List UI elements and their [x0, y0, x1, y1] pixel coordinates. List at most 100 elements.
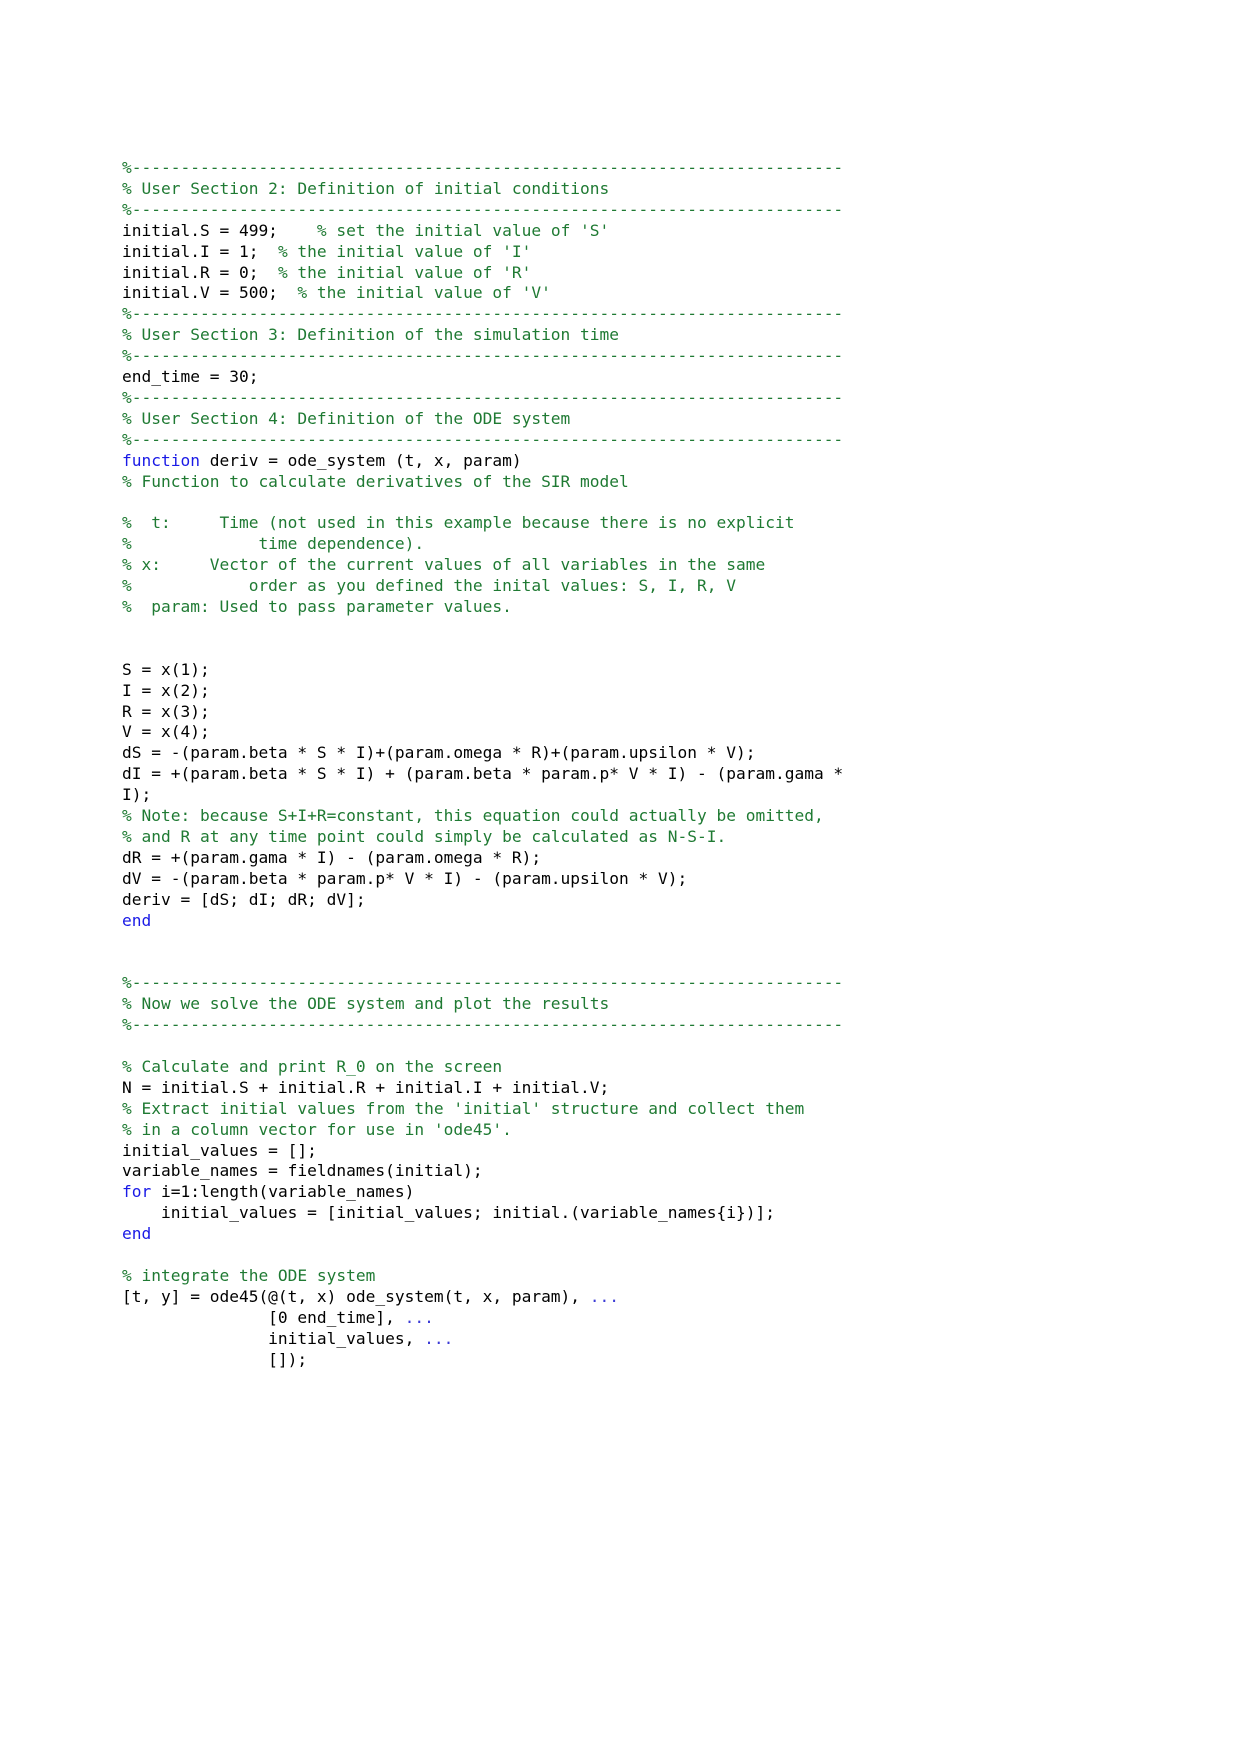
code-statement: S = x(1);	[122, 659, 210, 679]
code-comment: %---------------------------------------…	[122, 158, 844, 177]
code-line: % param: Used to pass parameter values.	[122, 597, 1122, 618]
code-line: % Extract initial values from the 'initi…	[122, 1099, 1122, 1120]
code-comment: % x: Vector of the current values of all…	[122, 555, 766, 575]
code-comment: % Now we solve the ODE system and plot t…	[122, 994, 610, 1014]
code-statement: initial_values,	[122, 1328, 425, 1348]
code-line: % x: Vector of the current values of all…	[122, 555, 1122, 576]
code-line: end	[122, 911, 1122, 932]
code-comment: %---------------------------------------…	[122, 346, 844, 366]
code-statement: deriv = ode_system (t, x, param)	[199, 450, 522, 470]
code-statement: V = x(4);	[122, 722, 210, 742]
page-canvas: %---------------------------------------…	[0, 0, 1241, 1754]
code-comment: % and R at any time point could simply b…	[122, 826, 727, 846]
code-line: []);	[122, 1350, 1122, 1371]
code-line: % Function to calculate derivatives of t…	[122, 472, 1122, 493]
code-statement: i=1:length(variable_names)	[151, 1182, 415, 1202]
code-line-blank: ​	[122, 1036, 1122, 1057]
code-line: initial_values = [initial_values; initia…	[122, 1203, 1122, 1224]
code-comment: % in a column vector for use in 'ode45'.	[122, 1119, 512, 1139]
code-statement: initial.R = 0;	[122, 262, 259, 282]
code-line: initial_values = [];	[122, 1141, 1122, 1162]
code-line: % time dependence).	[122, 534, 1122, 555]
code-line-blank: ​	[122, 931, 1122, 952]
code-keyword: for	[122, 1182, 152, 1202]
code-line: V = x(4);	[122, 722, 1122, 743]
code-line-blank: ​	[122, 639, 1122, 660]
line-continuation-ellipsis: ...	[404, 1307, 434, 1327]
code-line: % User Section 4: Definition of the ODE …	[122, 409, 1122, 430]
code-line: N = initial.S + initial.R + initial.I + …	[122, 1078, 1122, 1099]
code-line: % Calculate and print R_0 on the screen	[122, 1057, 1122, 1078]
code-comment: % Note: because S+I+R=constant, this equ…	[122, 806, 824, 826]
code-line: initial.I = 1; % the initial value of 'I…	[122, 242, 1122, 263]
code-keyword: end	[122, 1224, 152, 1244]
line-continuation-ellipsis: ...	[589, 1286, 620, 1306]
code-comment: % the initial value of 'R'	[258, 262, 532, 282]
code-comment: % User Section 3: Definition of the simu…	[122, 325, 620, 345]
code-statement: [t, y] = ode45(@(t, x) ode_system(t, x, …	[122, 1286, 590, 1306]
code-statement: [0 end_time],	[122, 1307, 405, 1327]
code-comment: % order as you defined the inital values…	[122, 576, 736, 596]
code-line: initial.V = 500; % the initial value of …	[122, 283, 1122, 304]
code-line: % User Section 2: Definition of initial …	[122, 179, 1122, 200]
code-line: I);	[122, 785, 1122, 806]
code-line-blank: ​	[122, 618, 1122, 639]
code-line: %---------------------------------------…	[122, 200, 1122, 221]
code-line: initial.R = 0; % the initial value of 'R…	[122, 263, 1122, 284]
code-line: %---------------------------------------…	[122, 304, 1122, 325]
code-line: end_time = 30;	[122, 367, 1122, 388]
code-line: variable_names = fieldnames(initial);	[122, 1161, 1122, 1182]
code-line-blank: ​	[122, 1245, 1122, 1266]
code-statement: R = x(3);	[122, 701, 210, 721]
code-line: %---------------------------------------…	[122, 158, 1122, 179]
code-comment: % User Section 2: Definition of initial …	[122, 178, 610, 198]
code-line: function deriv = ode_system (t, x, param…	[122, 451, 1122, 472]
code-line: %---------------------------------------…	[122, 973, 1122, 994]
code-statement: dI = +(param.beta * S * I) + (param.beta…	[122, 764, 844, 784]
code-line: %---------------------------------------…	[122, 1015, 1122, 1036]
code-keyword: function	[122, 450, 200, 470]
code-line: % Note: because S+I+R=constant, this equ…	[122, 806, 1122, 827]
code-line: % Now we solve the ODE system and plot t…	[122, 994, 1122, 1015]
code-comment: % param: Used to pass parameter values.	[122, 597, 512, 617]
code-comment: % integrate the ODE system	[122, 1265, 376, 1285]
code-statement: []);	[122, 1349, 308, 1369]
code-statement: dS = -(param.beta * S * I)+(param.omega …	[122, 743, 756, 763]
code-comment: % set the initial value of 'S'	[277, 220, 610, 240]
code-line: I = x(2);	[122, 681, 1122, 702]
code-comment: %---------------------------------------…	[122, 199, 844, 219]
code-comment: %---------------------------------------…	[122, 973, 844, 993]
code-line: % integrate the ODE system	[122, 1266, 1122, 1287]
code-statement: dR = +(param.gama * I) - (param.omega * …	[122, 847, 542, 867]
code-line: deriv = [dS; dI; dR; dV];	[122, 890, 1122, 911]
code-statement: I);	[122, 785, 152, 805]
code-line: % User Section 3: Definition of the simu…	[122, 325, 1122, 346]
code-comment: % Function to calculate derivatives of t…	[122, 471, 629, 491]
code-line: %---------------------------------------…	[122, 430, 1122, 451]
code-line: % t: Time (not used in this example beca…	[122, 513, 1122, 534]
code-line: [t, y] = ode45(@(t, x) ode_system(t, x, …	[122, 1287, 1122, 1308]
code-comment: % t: Time (not used in this example beca…	[122, 513, 795, 533]
code-line: R = x(3);	[122, 702, 1122, 723]
code-comment: % Calculate and print R_0 on the screen	[122, 1056, 503, 1076]
code-comment: % Extract initial values from the 'initi…	[122, 1098, 805, 1118]
code-comment: % the initial value of 'I'	[258, 241, 532, 261]
code-listing: %---------------------------------------…	[122, 158, 1122, 1370]
code-comment: %---------------------------------------…	[122, 304, 844, 324]
code-comment: % User Section 4: Definition of the ODE …	[122, 408, 571, 428]
code-comment: % the initial value of 'V'	[277, 283, 551, 303]
code-line-blank: ​	[122, 952, 1122, 973]
code-comment: %---------------------------------------…	[122, 1015, 844, 1035]
code-statement: deriv = [dS; dI; dR; dV];	[122, 889, 366, 909]
code-statement: initial_values = [];	[122, 1140, 317, 1160]
code-line: % order as you defined the inital values…	[122, 576, 1122, 597]
code-line: %---------------------------------------…	[122, 388, 1122, 409]
code-comment: %---------------------------------------…	[122, 429, 844, 449]
code-line: dI = +(param.beta * S * I) + (param.beta…	[122, 764, 1122, 785]
code-line: dV = -(param.beta * param.p* V * I) - (p…	[122, 869, 1122, 890]
code-statement: variable_names = fieldnames(initial);	[122, 1161, 483, 1181]
code-keyword: end	[122, 910, 152, 930]
code-line: for i=1:length(variable_names)	[122, 1182, 1122, 1203]
code-line: dR = +(param.gama * I) - (param.omega * …	[122, 848, 1122, 869]
code-line: initial.S = 499; % set the initial value…	[122, 221, 1122, 242]
